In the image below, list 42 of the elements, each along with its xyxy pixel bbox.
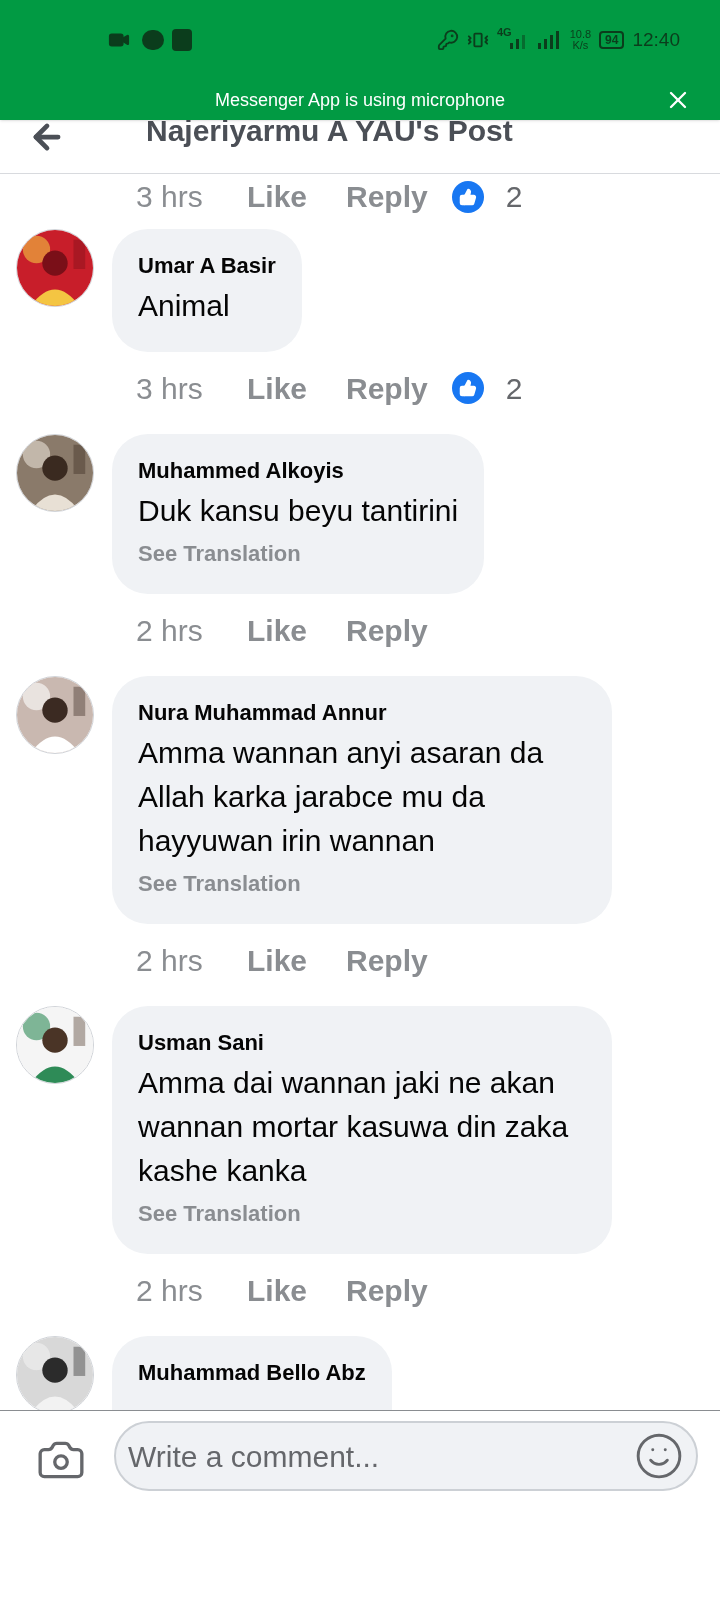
commenter-name: Muhammad Bello Abz: [138, 1359, 366, 1387]
network-type: 4G: [497, 25, 512, 40]
like-button[interactable]: Like: [247, 607, 346, 653]
key-icon: [437, 29, 459, 51]
reply-button[interactable]: Reply: [346, 174, 428, 219]
reply-button[interactable]: Reply: [346, 607, 428, 653]
comment-text: Duk kansu beyu tantirini: [138, 493, 459, 529]
speed-unit: K/s: [572, 40, 589, 51]
like-button[interactable]: Like: [247, 1267, 346, 1313]
comment-input[interactable]: Write a comment...: [128, 1433, 634, 1479]
comment-time: 2 hrs: [136, 612, 204, 649]
like-button[interactable]: Like: [247, 174, 346, 219]
like-button[interactable]: Like: [247, 937, 346, 983]
comment-text: Animal: [138, 288, 231, 324]
comment-time: 2 hrs: [136, 942, 204, 979]
see-translation-link[interactable]: See Translation: [138, 1197, 586, 1230]
reply-button[interactable]: Reply: [346, 365, 428, 411]
commenter-name: Nura Muhammad Annur: [138, 699, 388, 727]
reply-button[interactable]: Reply: [346, 937, 428, 983]
comment-time: 3 hrs: [136, 179, 204, 215]
comment-text: Amma wannan anyi asaran da Allah karka jarabce mu da hayyuwan irin wannan: [138, 735, 545, 859]
see-translation-link[interactable]: See Translation: [138, 537, 459, 570]
like-button[interactable]: Like: [247, 365, 346, 411]
like-reaction-icon: [451, 180, 484, 213]
reply-button[interactable]: Reply: [346, 1267, 428, 1313]
battery-icon: 94: [599, 31, 625, 49]
commenter-name: Umar A Basir: [138, 252, 276, 280]
microphone-banner-text: Messenger App is using microphone: [214, 88, 506, 112]
see-translation-link[interactable]: See Translation: [138, 867, 586, 900]
commenter-name: Usman Sani: [138, 1029, 265, 1057]
comment-time: 3 hrs: [136, 370, 204, 407]
speed-value: 10.8: [569, 29, 592, 40]
signal-icon: [537, 31, 562, 49]
comment-field[interactable]: Write a comment...: [114, 1421, 698, 1491]
comment-time: 2 hrs: [136, 1272, 204, 1309]
clock: 12:40: [632, 27, 680, 52]
reaction-count: 2: [505, 370, 523, 407]
comment-text: Amma dai wannan jaki ne akan wannan mortar kasuwa din zaka kashe kanka: [138, 1065, 570, 1189]
like-reaction-icon: [451, 372, 484, 404]
reaction-count: 2: [505, 179, 523, 215]
emoji-icon[interactable]: [634, 1431, 684, 1481]
commenter-name: Muhammed Alkoyis: [138, 457, 345, 485]
